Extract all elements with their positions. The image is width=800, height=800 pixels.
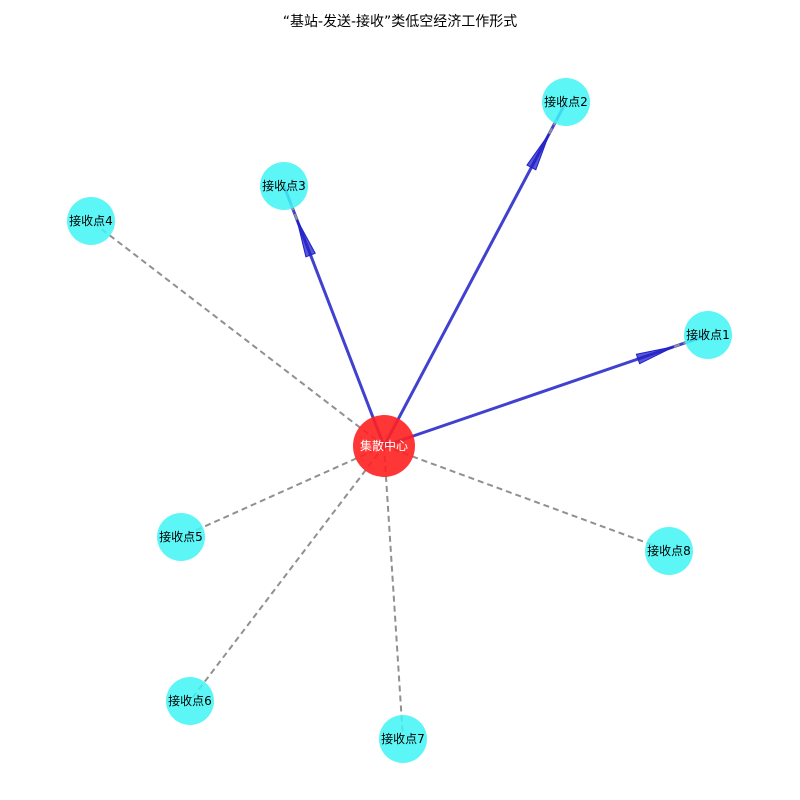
receiver-node-label: 接收点6 bbox=[168, 693, 212, 708]
receiver-node-label: 接收点5 bbox=[159, 529, 203, 544]
network-graph: 接收点1 接收点2 接收点3 接收点4 接收点5 接收点6 接收点7 接收点8 集散中心 bbox=[67, 78, 732, 763]
receiver-node-label: 接收点4 bbox=[69, 213, 113, 228]
receiver-node-1[interactable]: 接收点1 bbox=[684, 311, 732, 359]
inactive-edge-8 bbox=[383, 445, 670, 552]
receiver-node-label: 接收点3 bbox=[262, 178, 306, 193]
arrowhead-1 bbox=[635, 346, 675, 365]
receiver-node-5[interactable]: 接收点5 bbox=[157, 513, 205, 561]
receiver-node-3[interactable]: 接收点3 bbox=[260, 162, 308, 210]
inactive-edge-5 bbox=[180, 445, 385, 538]
receiver-node-label: 接收点7 bbox=[381, 731, 425, 746]
receiver-node-label: 接收点1 bbox=[686, 327, 730, 342]
receiver-node-7[interactable]: 接收点7 bbox=[379, 715, 427, 763]
inactive-edge-7 bbox=[383, 445, 404, 740]
receiver-node-4[interactable]: 接收点4 bbox=[67, 197, 115, 245]
hub-node-label: 集散中心 bbox=[360, 438, 408, 453]
diagram-canvas: “基站-发送-接收”类低空经济工作形式 接收点1 接收点2 接收点3 接收点4 接收点5… bbox=[0, 0, 800, 800]
inactive-edge-6 bbox=[189, 445, 385, 702]
receiver-node-2[interactable]: 接收点2 bbox=[542, 78, 590, 126]
receiver-node-6[interactable]: 接收点6 bbox=[166, 677, 214, 725]
node-layer: 接收点1 接收点2 接收点3 接收点4 接收点5 接收点6 接收点7 接收点8 集散中心 bbox=[67, 78, 732, 763]
arrowhead-3 bbox=[296, 219, 316, 258]
hub-node[interactable]: 集散中心 bbox=[353, 415, 415, 477]
receiver-node-label: 接收点8 bbox=[647, 543, 691, 558]
arrowhead-2 bbox=[526, 133, 550, 171]
receiver-node-8[interactable]: 接收点8 bbox=[645, 527, 693, 575]
receiver-node-label: 接收点2 bbox=[544, 94, 588, 109]
